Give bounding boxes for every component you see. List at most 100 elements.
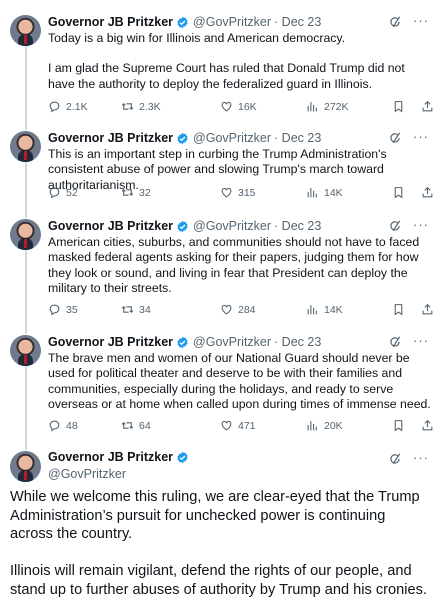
author-name[interactable]: Governor JB Pritzker — [48, 15, 173, 29]
author-handle[interactable]: @GovPritzker — [193, 335, 271, 349]
grok-icon[interactable] — [388, 452, 402, 466]
grok-icon[interactable] — [388, 219, 402, 233]
more-options-icon[interactable]: ··· — [413, 450, 429, 465]
author-handle[interactable]: @GovPritzker — [48, 466, 193, 483]
verified-badge-icon — [177, 451, 188, 464]
tweet-header: Governor JB Pritzker @GovPritzker · Dec … — [48, 13, 321, 31]
repost-button[interactable]: 32 — [121, 186, 151, 199]
reply-icon — [49, 304, 60, 316]
share-icon — [422, 419, 433, 431]
tweet-paragraph: The brave men and women of our National … — [48, 351, 431, 411]
like-count: 284 — [238, 303, 256, 316]
reply-button[interactable]: 48 — [48, 419, 78, 432]
avatar[interactable] — [10, 15, 41, 46]
grok-icon[interactable] — [388, 335, 402, 349]
more-options-icon[interactable]: ··· — [413, 217, 429, 232]
share-button[interactable] — [421, 186, 434, 199]
tweet-actions: 35 34 284 14K — [48, 303, 433, 317]
tweet-actions: 48 64 471 20K — [48, 419, 433, 433]
views-button[interactable]: 272K — [306, 100, 349, 113]
more-options-icon[interactable]: ··· — [413, 13, 429, 28]
share-button[interactable] — [421, 419, 434, 432]
tweet-date[interactable]: · Dec 23 — [274, 15, 321, 29]
tweet-actions: 52 32 315 14K — [48, 186, 433, 200]
tweet-date[interactable]: · Dec 23 — [274, 335, 321, 349]
reply-button[interactable]: 2.1K — [48, 100, 88, 113]
grok-icon[interactable] — [388, 15, 402, 29]
share-button[interactable] — [421, 303, 434, 316]
avatar[interactable] — [10, 451, 41, 482]
tweet-paragraph: Today is a big win for Illinois and Amer… — [48, 31, 346, 45]
tweet-date[interactable]: · Dec 23 — [274, 219, 321, 233]
tweet-paragraph: American cities, suburbs, and communitie… — [48, 235, 420, 295]
tweet-header: Governor JB Pritzker @GovPritzker · Dec … — [48, 217, 321, 235]
repost-button[interactable]: 64 — [121, 419, 151, 432]
bookmark-button[interactable] — [392, 186, 405, 199]
retweet-icon — [121, 103, 134, 110]
bookmark-button[interactable] — [392, 100, 405, 113]
view-count: 20K — [324, 419, 343, 432]
tweet-header: Governor JB Pritzker @GovPritzker · Dec … — [48, 333, 321, 351]
reply-count: 35 — [66, 303, 78, 316]
views-chart-icon — [307, 421, 317, 431]
view-count: 272K — [324, 100, 349, 113]
author-name[interactable]: Governor JB Pritzker — [48, 219, 173, 233]
views-button[interactable]: 14K — [306, 186, 343, 199]
repost-count: 32 — [139, 186, 151, 199]
avatar[interactable] — [10, 219, 41, 250]
view-count: 14K — [324, 303, 343, 316]
tweet-paragraph: I am glad the Supreme Court has ruled th… — [48, 61, 405, 91]
reply-button[interactable]: 52 — [48, 186, 78, 199]
author-name[interactable]: Governor JB Pritzker — [48, 335, 173, 349]
views-chart-icon — [307, 305, 317, 315]
author-name[interactable]: Governor JB Pritzker — [48, 131, 173, 145]
more-options-icon[interactable]: ··· — [413, 129, 429, 144]
like-count: 471 — [238, 419, 256, 432]
reply-count: 2.1K — [66, 100, 88, 113]
reply-icon — [49, 187, 60, 199]
bookmark-button[interactable] — [392, 419, 405, 432]
view-count: 14K — [324, 186, 343, 199]
retweet-icon — [121, 306, 134, 313]
bookmark-icon — [394, 187, 403, 199]
author-name[interactable]: Governor JB Pritzker — [48, 449, 173, 466]
avatar[interactable] — [10, 335, 41, 366]
reply-icon — [49, 101, 60, 113]
tweet-text: American cities, suburbs, and communitie… — [48, 235, 432, 296]
views-chart-icon — [307, 188, 317, 198]
grok-icon[interactable] — [388, 131, 402, 145]
tweet-text: Today is a big win for Illinois and Amer… — [48, 31, 432, 92]
tweet-date[interactable]: · Dec 23 — [274, 131, 321, 145]
tweet-actions: 2.1K 2.3K 16K 272K — [48, 100, 433, 114]
bookmark-button[interactable] — [392, 303, 405, 316]
repost-button[interactable]: 2.3K — [121, 100, 161, 113]
share-button[interactable] — [421, 100, 434, 113]
reply-button[interactable]: 35 — [48, 303, 78, 316]
author-handle[interactable]: @GovPritzker — [193, 15, 271, 29]
thread-line — [25, 162, 27, 218]
heart-icon — [221, 101, 232, 112]
share-icon — [422, 100, 433, 112]
repost-count: 64 — [139, 419, 151, 432]
like-button[interactable]: 284 — [220, 303, 256, 316]
share-icon — [422, 303, 433, 315]
like-button[interactable]: 315 — [220, 186, 256, 199]
like-button[interactable]: 16K — [220, 100, 257, 113]
author-handle[interactable]: @GovPritzker — [193, 219, 271, 233]
heart-icon — [221, 304, 232, 315]
more-options-icon[interactable]: ··· — [413, 333, 429, 348]
share-icon — [422, 186, 433, 198]
author-handle[interactable]: @GovPritzker — [193, 131, 271, 145]
verified-badge-icon — [177, 16, 188, 28]
repost-count: 34 — [139, 303, 151, 316]
tweet-header: Governor JB Pritzker @GovPritzker · Dec … — [48, 129, 321, 147]
avatar[interactable] — [10, 131, 41, 162]
views-button[interactable]: 20K — [306, 419, 343, 432]
tweet-header: Governor JB Pritzker @GovPritzker — [48, 449, 193, 483]
thread-line — [25, 46, 27, 130]
like-button[interactable]: 471 — [220, 419, 256, 432]
reply-count: 48 — [66, 419, 78, 432]
tweet-text: While we welcome this ruling, we are cle… — [10, 488, 430, 599]
repost-button[interactable]: 34 — [121, 303, 151, 316]
views-button[interactable]: 14K — [306, 303, 343, 316]
